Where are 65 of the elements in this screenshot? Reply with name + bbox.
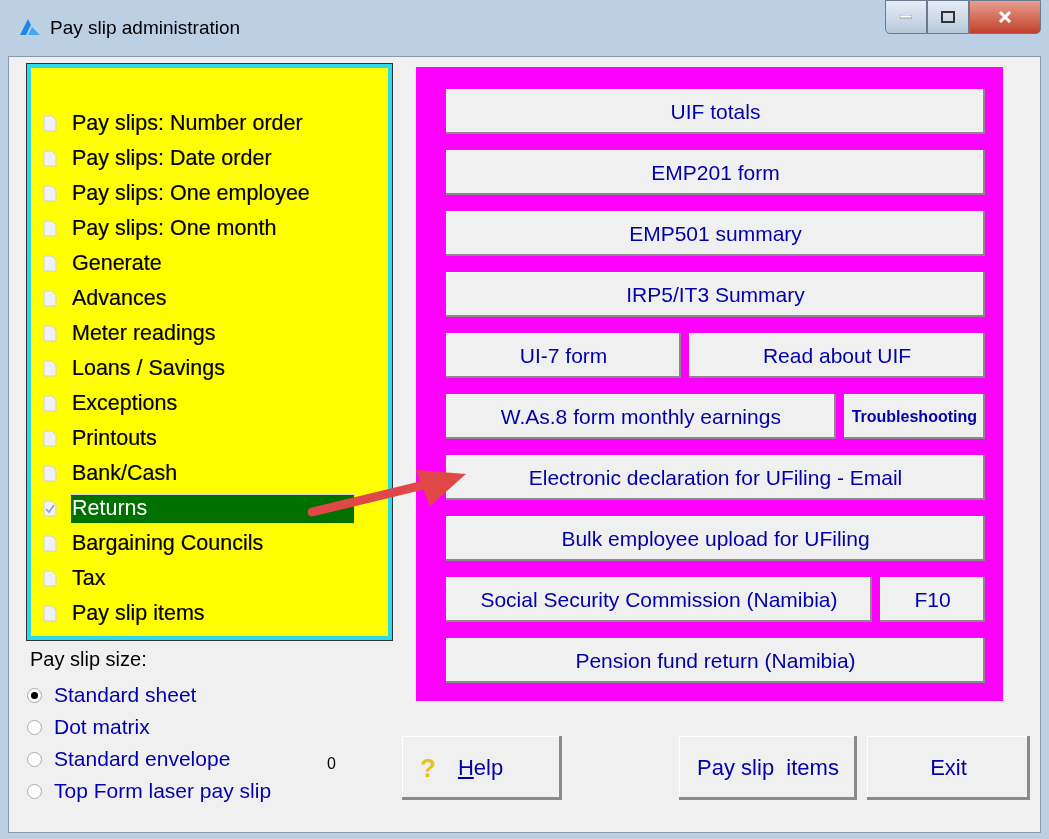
menu-item[interactable]: Returns xyxy=(71,494,354,523)
action-button[interactable]: EMP201 form xyxy=(446,150,985,195)
action-button[interactable]: Electronic declaration for UFiling - Email xyxy=(446,455,985,500)
action-button[interactable]: EMP501 summary xyxy=(446,211,985,256)
action-button[interactable]: Pension fund return (Namibia) xyxy=(446,638,985,683)
menu-item[interactable]: Tax xyxy=(71,564,106,593)
action-button[interactable]: Troubleshooting xyxy=(843,394,985,439)
menu-item[interactable]: Pay slips: Date order xyxy=(71,144,272,173)
document-icon xyxy=(43,290,57,307)
document-icon xyxy=(43,150,57,167)
counter-text: 0 xyxy=(327,755,336,773)
document-icon xyxy=(43,325,57,342)
close-button[interactable] xyxy=(969,0,1041,34)
document-icon xyxy=(43,535,57,552)
help-button[interactable]: ? Help xyxy=(402,736,562,800)
menu-item[interactable]: Pay slips: One month xyxy=(71,214,277,243)
document-icon xyxy=(43,395,57,412)
document-icon xyxy=(43,185,57,202)
radio-label[interactable]: Top Form laser pay slip xyxy=(54,779,272,803)
radio-button[interactable] xyxy=(27,719,42,735)
minimize-button[interactable] xyxy=(885,0,927,34)
menu-item[interactable]: Advances xyxy=(71,284,167,313)
maximize-icon xyxy=(941,11,955,23)
document-icon xyxy=(43,500,57,517)
document-icon xyxy=(43,430,57,447)
action-button[interactable]: Social Security Commission (Namibia) xyxy=(446,577,872,622)
window-title: Pay slip administration xyxy=(50,17,241,39)
menu-item[interactable]: Meter readings xyxy=(71,319,216,348)
action-button[interactable]: W.As.8 form monthly earnings xyxy=(446,394,836,439)
menu-item[interactable]: Generate xyxy=(71,249,162,278)
menu-item[interactable]: Pay slip items xyxy=(71,599,205,628)
menu-item[interactable]: Exceptions xyxy=(71,389,178,418)
action-button[interactable]: Read about UIF xyxy=(689,333,985,378)
radio-button[interactable] xyxy=(27,687,42,703)
minimize-icon xyxy=(900,15,912,19)
action-button[interactable]: F10 xyxy=(879,577,985,622)
radio-label[interactable]: Standard envelope xyxy=(54,747,231,771)
section-label: Pay slip size: xyxy=(30,648,148,671)
document-icon xyxy=(43,115,57,132)
action-button[interactable]: UI-7 form xyxy=(446,333,682,378)
menu-item[interactable]: Bank/Cash xyxy=(71,459,178,488)
radio-label[interactable]: Dot matrix xyxy=(54,715,150,739)
document-icon xyxy=(43,220,57,237)
help-icon: ? xyxy=(420,752,436,784)
pay-slip-items-button[interactable]: Pay slip items xyxy=(679,736,857,800)
exit-button[interactable]: Exit xyxy=(867,736,1030,800)
radio-button[interactable] xyxy=(27,783,42,799)
action-button[interactable]: UIF totals xyxy=(446,89,985,134)
close-icon xyxy=(998,11,1012,23)
menu-item[interactable]: Loans / Savings xyxy=(71,354,225,383)
document-icon xyxy=(43,605,57,622)
radio-button[interactable] xyxy=(27,751,42,767)
action-button[interactable]: IRP5/IT3 Summary xyxy=(446,272,985,317)
document-icon xyxy=(43,570,57,587)
menu-item[interactable]: Printouts xyxy=(71,424,157,453)
maximize-button[interactable] xyxy=(927,0,969,34)
document-icon xyxy=(43,255,57,272)
menu-item[interactable]: Pay slips: Number order xyxy=(71,109,303,138)
menu-item[interactable]: Pay slips: One employee xyxy=(71,179,310,208)
document-icon xyxy=(43,360,57,377)
app-icon xyxy=(20,19,42,37)
radio-label[interactable]: Standard sheet xyxy=(54,683,197,707)
action-button[interactable]: Bulk employee upload for UFiling xyxy=(446,516,985,561)
menu-item[interactable]: Bargaining Councils xyxy=(71,529,264,558)
document-icon xyxy=(43,465,57,482)
